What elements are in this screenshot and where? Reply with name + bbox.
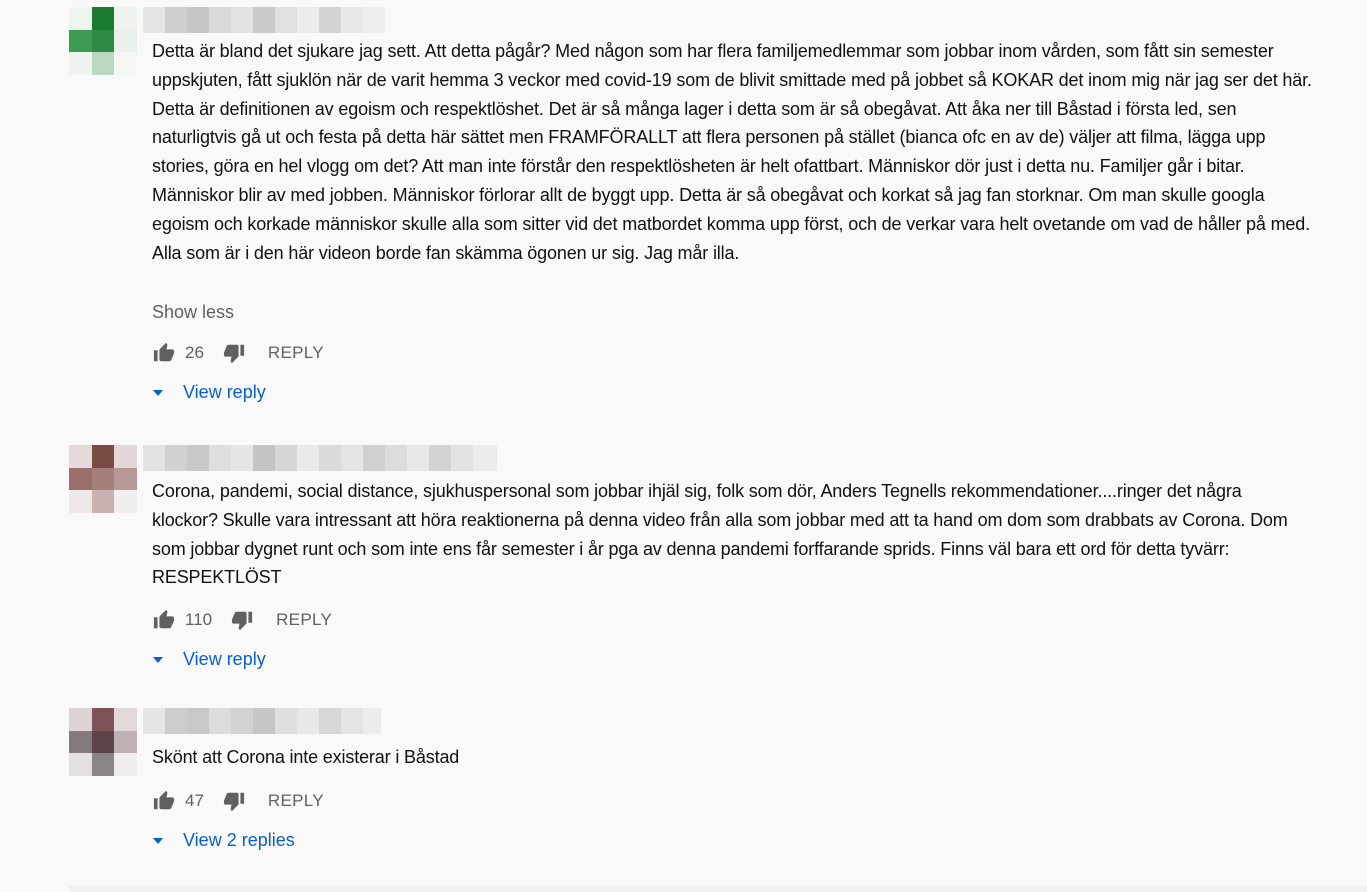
next-comment-edge [69,886,1367,892]
comment-actions: 26 REPLY [152,341,324,365]
like-count: 47 [185,791,204,810]
reply-button[interactable]: REPLY [276,610,332,630]
caret-down-icon [153,656,163,663]
comment-text: Detta är bland det sjukare jag sett. Att… [152,41,1312,263]
thumb-down-icon[interactable] [222,342,246,364]
comment-text: Corona, pandemi, social distance, sjukhu… [152,481,1288,588]
comment-text: Skönt att Corona inte existerar i Båstad [152,747,460,767]
author-name-blurred[interactable] [143,708,381,734]
comment-actions: 110 REPLY [152,608,332,632]
thumb-up-icon[interactable] [152,790,176,812]
thumb-down-icon[interactable] [222,790,246,812]
avatar[interactable] [69,708,137,776]
view-replies-label: View reply [183,649,266,669]
caret-down-icon [153,837,163,844]
reply-button[interactable]: REPLY [268,343,324,363]
comment-actions: 47 REPLY [152,789,324,813]
avatar[interactable] [69,445,137,513]
like-count: 110 [185,610,213,629]
avatar[interactable] [69,7,137,75]
like-count: 26 [185,343,204,362]
view-replies-label: View reply [183,382,266,402]
view-replies-button[interactable]: View reply [150,649,266,670]
author-name-blurred[interactable] [143,445,497,471]
view-replies-button[interactable]: View reply [150,382,266,403]
author-name-blurred[interactable] [143,7,385,33]
show-less-link[interactable]: Show less [152,302,234,323]
view-replies-label: View 2 replies [183,830,295,850]
reply-button[interactable]: REPLY [268,791,324,811]
view-replies-button[interactable]: View 2 replies [150,830,295,851]
thumb-up-icon[interactable] [152,342,176,364]
thumb-up-icon[interactable] [152,609,176,631]
thumb-down-icon[interactable] [230,609,254,631]
caret-down-icon [153,389,163,396]
